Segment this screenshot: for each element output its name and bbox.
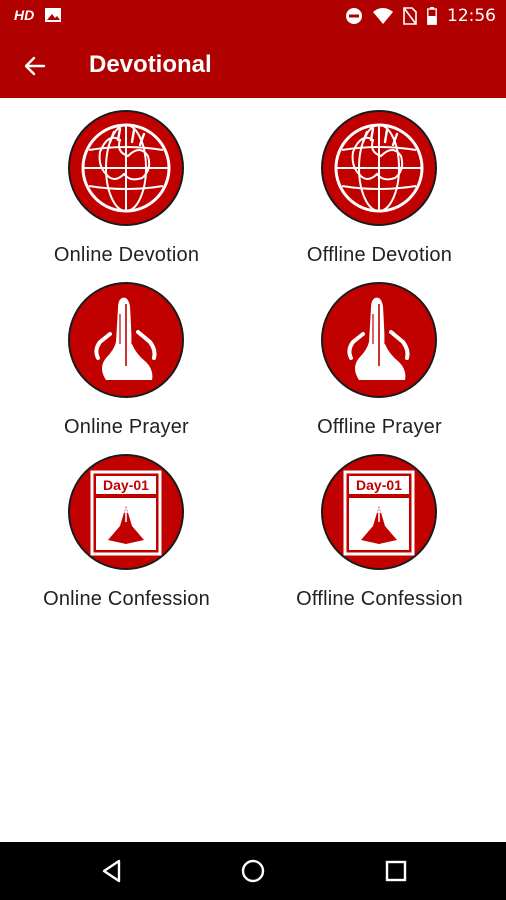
praying-hands-icon (68, 282, 184, 398)
tile-label: Offline Devotion (306, 244, 453, 266)
clock: 12:56 (447, 6, 496, 26)
battery-icon (427, 7, 437, 25)
confession-calendar-icon: Day-01 (321, 454, 437, 570)
home-circle-icon[interactable] (239, 857, 267, 885)
tile-label: Online Confession (43, 588, 210, 610)
praying-hands-icon (321, 282, 437, 398)
globe-hands-icon (68, 110, 184, 226)
back-triangle-icon[interactable] (98, 857, 126, 885)
status-bar: HD 12:56 (0, 0, 506, 34)
wifi-icon (373, 8, 393, 24)
tile-label: Offline Confession (296, 588, 463, 610)
day-badge: Day-01 (356, 477, 402, 493)
online-devotion-tile[interactable]: Online Devotion (0, 98, 253, 270)
tile-label: Online Devotion (53, 244, 200, 266)
tile-label: Online Prayer (64, 416, 189, 438)
tile-label: Offline Prayer (317, 416, 442, 438)
page-title: Devotional (89, 51, 212, 78)
globe-hands-icon (321, 110, 437, 226)
offline-confession-tile[interactable]: Day-01 Offline Confession (253, 442, 506, 614)
image-icon (45, 8, 62, 22)
arrow-left-icon[interactable] (22, 53, 48, 79)
online-confession-tile[interactable]: Day-01 Online Confession (0, 442, 253, 614)
online-prayer-tile[interactable]: Online Prayer (0, 270, 253, 442)
app-bar: Devotional (0, 34, 506, 98)
no-sim-icon (403, 7, 417, 25)
recents-square-icon[interactable] (382, 857, 410, 885)
offline-devotion-tile[interactable]: Offline Devotion (253, 98, 506, 270)
offline-prayer-tile[interactable]: Offline Prayer (253, 270, 506, 442)
system-nav-bar (0, 842, 506, 900)
dnd-icon (346, 8, 362, 24)
hd-indicator: HD (14, 7, 35, 23)
day-badge: Day-01 (103, 477, 149, 493)
confession-calendar-icon: Day-01 (68, 454, 184, 570)
